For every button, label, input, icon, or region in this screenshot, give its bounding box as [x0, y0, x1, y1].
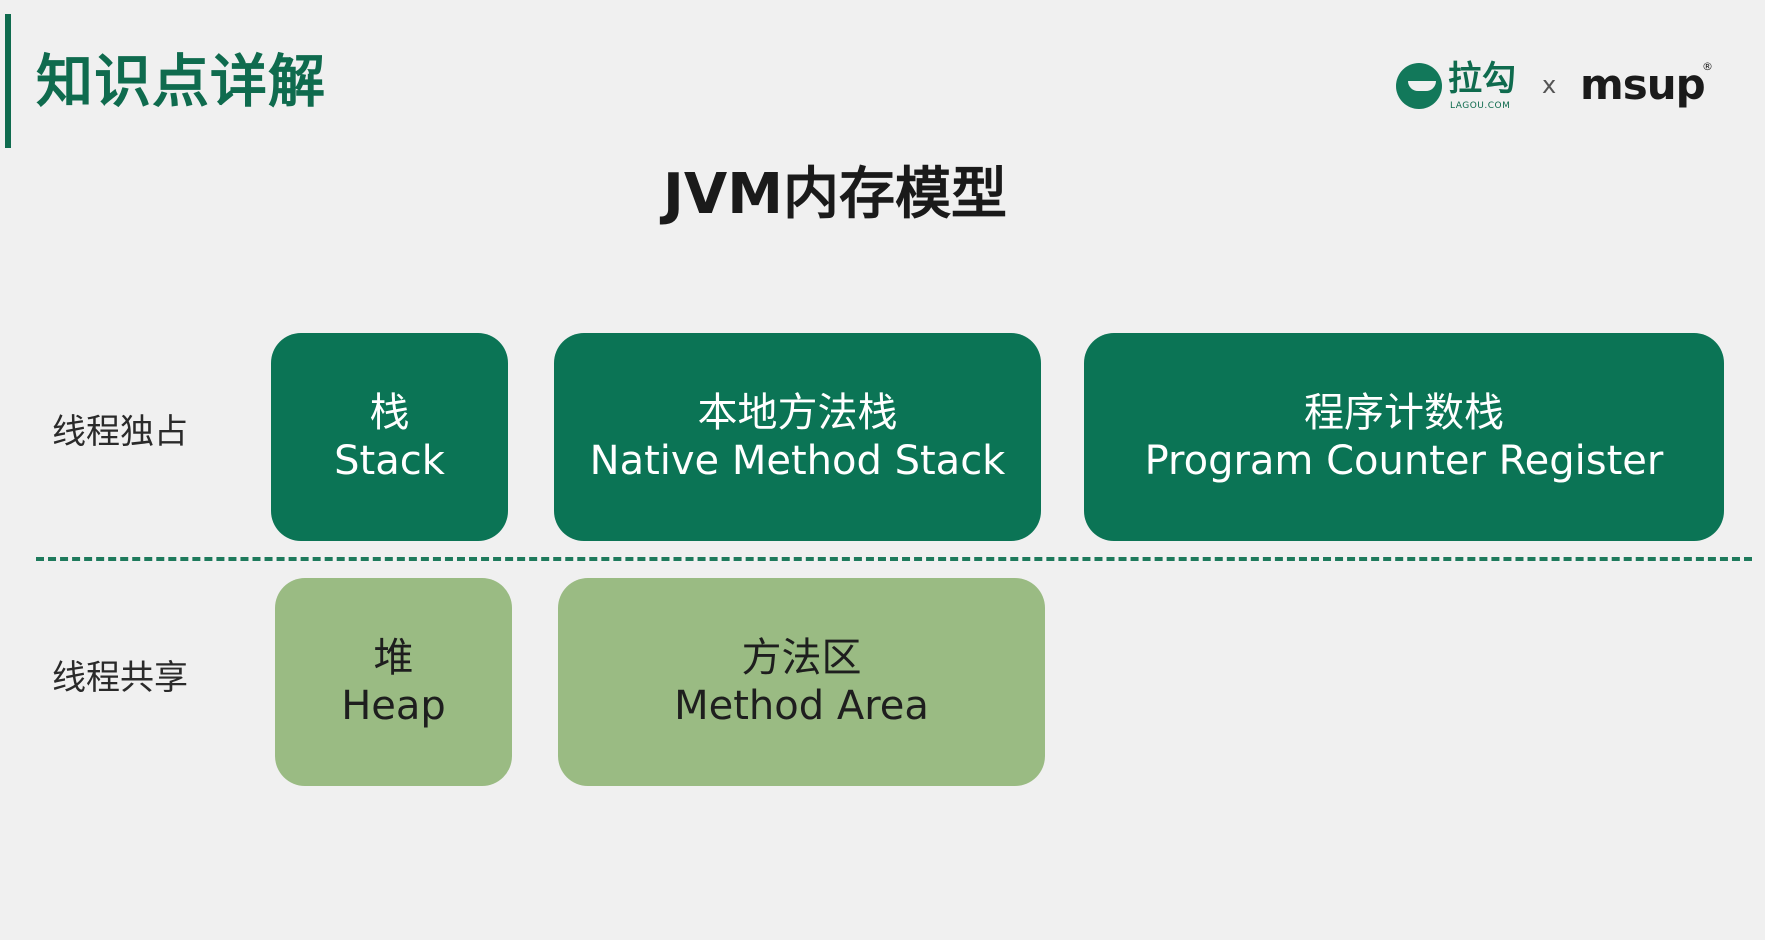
area-name-zh: 堆 [373, 635, 414, 681]
area-name-zh: 栈 [369, 390, 410, 436]
section-title: 知识点详解 [36, 49, 326, 115]
accent-bar [5, 14, 11, 148]
row-label-thread-private: 线程独占 [52, 412, 188, 452]
area-name-en: Heap [341, 683, 446, 729]
area-name-zh: 本地方法栈 [697, 390, 898, 436]
area-name-en: Program Counter Register [1144, 438, 1664, 484]
area-name-zh: 程序计数栈 [1304, 390, 1504, 436]
lagou-logo-icon [1396, 63, 1442, 109]
row-label-thread-shared: 线程共享 [52, 658, 188, 698]
lagou-logo-text: 拉勾 [1448, 59, 1516, 99]
dashed-divider [36, 557, 1752, 561]
program-counter-register-box: 程序计数栈 Program Counter Register [1084, 333, 1724, 541]
native-method-stack-box: 本地方法栈 Native Method Stack [554, 333, 1041, 541]
diagram-title: JVM内存模型 [663, 162, 1007, 227]
logo-separator: x [1542, 71, 1557, 99]
area-name-en: Native Method Stack [589, 438, 1006, 484]
area-name-zh: 方法区 [741, 635, 862, 681]
area-name-en: Stack [334, 438, 445, 484]
area-name-en: Method Area [674, 683, 929, 729]
stack-area-box: 栈 Stack [271, 333, 508, 541]
msup-logo-text: msup [1580, 60, 1706, 109]
registered-mark: ® [1702, 60, 1713, 73]
heap-area-box: 堆 Heap [275, 578, 512, 786]
method-area-box: 方法区 Method Area [558, 578, 1045, 786]
partner-logos: 拉勾 LAGOU.COM x msup ® [1390, 58, 1730, 118]
lagou-logo-subtext: LAGOU.COM [1450, 101, 1511, 111]
